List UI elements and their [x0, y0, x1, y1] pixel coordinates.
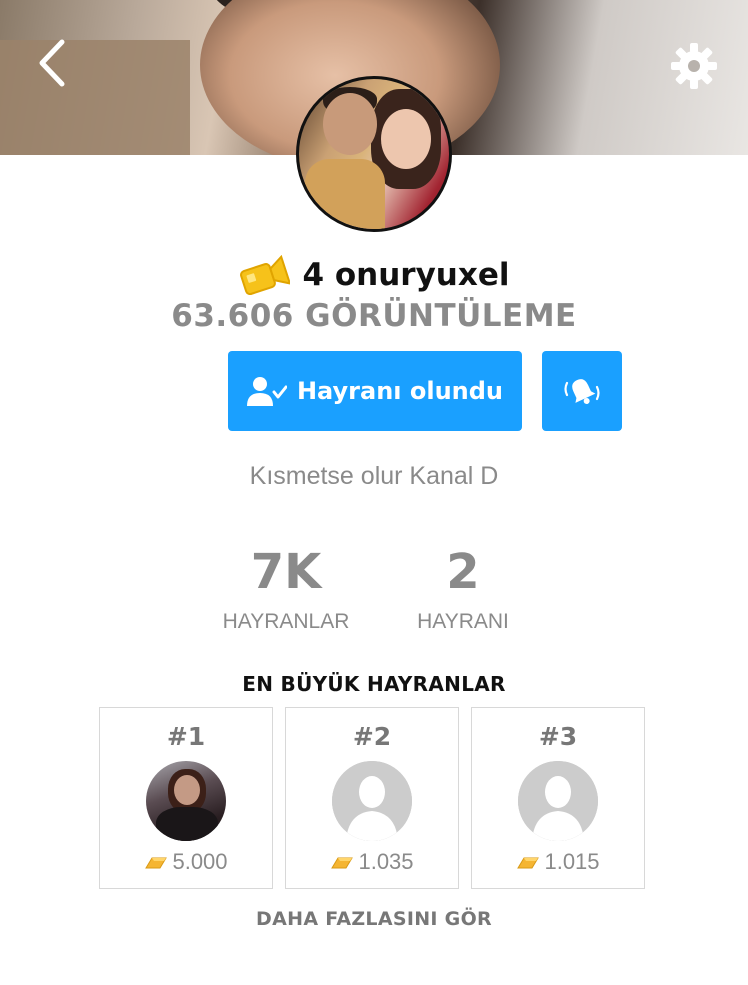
top-fan-card-2[interactable]: #2 1.035: [285, 707, 459, 889]
back-button[interactable]: [32, 36, 76, 90]
stat-fans[interactable]: 7K HAYRANLAR: [206, 548, 366, 634]
stat-following[interactable]: 2 HAYRANI: [393, 548, 533, 634]
default-avatar-icon: [332, 761, 412, 841]
view-count: 63.606 GÖRÜNTÜLEME: [171, 298, 577, 334]
top-fan-card-1[interactable]: #1 5.000: [99, 707, 273, 889]
fan-rank: #1: [166, 722, 206, 751]
top-fan-card-3[interactable]: #3 1.015: [471, 707, 645, 889]
profile-avatar[interactable]: [296, 76, 452, 232]
fan-gold: 1.015: [472, 849, 644, 875]
fan-gold-value: 1.015: [544, 849, 600, 874]
profile-bio: Kısmetse olur Kanal D: [249, 462, 499, 490]
gear-icon: [671, 43, 717, 89]
gold-bar-icon: [145, 857, 168, 869]
top-fans-title: EN BÜYÜK HAYRANLAR: [242, 672, 506, 696]
fan-avatar: [332, 761, 412, 841]
stat-fans-value: 7K: [250, 544, 322, 600]
notification-button[interactable]: [542, 351, 622, 431]
bell-ringing-icon: [564, 379, 600, 404]
fan-gold-value: 1.035: [358, 849, 414, 874]
default-avatar-icon: [518, 761, 598, 841]
fan-rank: #3: [538, 722, 578, 751]
fan-button-label: Hayranı olundu: [296, 377, 504, 405]
fan-button[interactable]: Hayranı olundu: [228, 351, 522, 431]
stat-fans-label: HAYRANLAR: [222, 610, 350, 633]
back-arrow-icon: [39, 39, 65, 87]
fan-rank: #2: [352, 722, 392, 751]
fan-gold-value: 5.000: [172, 849, 228, 874]
fan-avatar: [518, 761, 598, 841]
stat-following-label: HAYRANI: [417, 610, 509, 633]
stat-following-value: 2: [446, 544, 480, 600]
fan-gold: 1.035: [286, 849, 458, 875]
gold-bar-icon: [517, 857, 540, 869]
fan-avatar: [146, 761, 226, 841]
see-more-link[interactable]: DAHA FAZLASINI GÖR: [0, 908, 748, 930]
level-number: 4: [302, 257, 325, 293]
user-check-icon: [246, 377, 287, 406]
gold-bar-icon: [331, 857, 354, 869]
profile-name-row: 4 onuryuxel: [0, 252, 748, 298]
settings-button[interactable]: [668, 40, 720, 92]
fan-gold: 5.000: [100, 849, 272, 875]
video-camera-icon: [240, 255, 291, 295]
username: onuryuxel: [334, 257, 510, 293]
